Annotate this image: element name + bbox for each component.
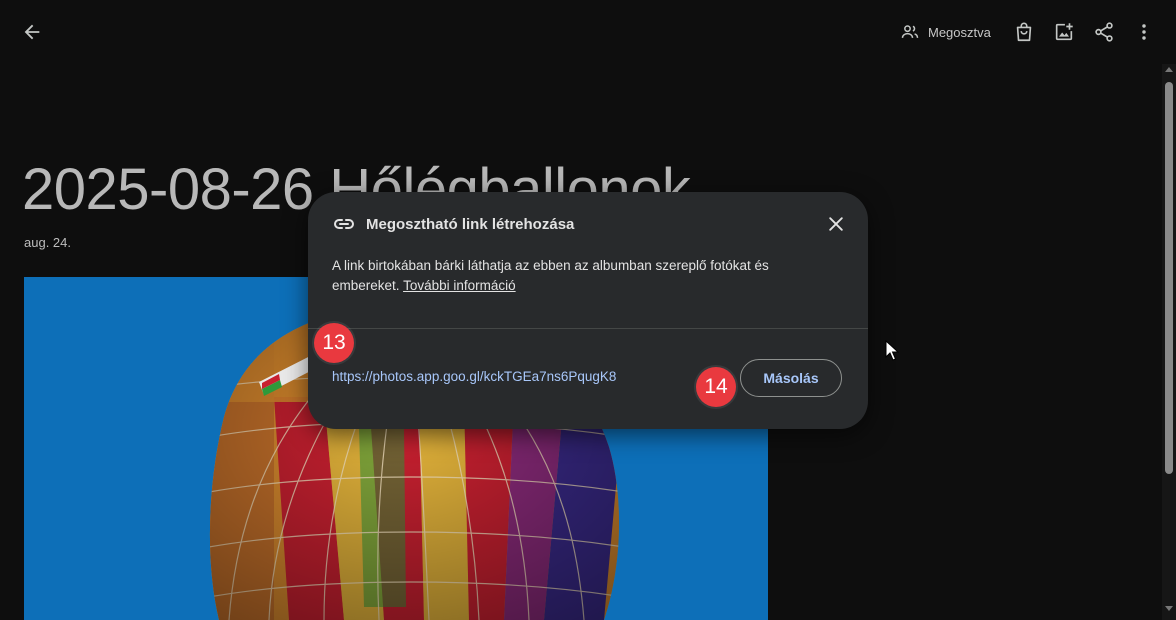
dialog-description: A link birtokában bárki láthatja az ebbe… xyxy=(332,256,822,296)
scroll-down-arrow-icon[interactable] xyxy=(1165,606,1173,611)
dialog-header: Megosztható link létrehozása xyxy=(332,212,574,236)
people-icon xyxy=(901,25,919,38)
shopping-bag-icon xyxy=(1016,22,1032,42)
top-app-bar: Megosztva xyxy=(0,0,1176,64)
scroll-up-arrow-icon[interactable] xyxy=(1165,67,1173,72)
scrollbar-thumb[interactable] xyxy=(1165,82,1173,474)
share-icon xyxy=(1095,22,1113,42)
more-vert-icon xyxy=(1142,24,1146,40)
dialog-divider xyxy=(308,328,868,329)
close-icon xyxy=(829,217,843,231)
add-photo-icon xyxy=(1055,23,1073,41)
mouse-cursor-icon xyxy=(885,340,899,361)
copy-button[interactable]: Másolás xyxy=(740,359,842,397)
more-options-button[interactable] xyxy=(1128,16,1160,48)
album-date: aug. 24. xyxy=(24,235,71,250)
more-info-link[interactable]: További információ xyxy=(403,278,516,293)
shared-status-button[interactable]: Megosztva xyxy=(896,18,995,46)
annotation-badge: 14 xyxy=(696,367,736,407)
share-link-dialog: Megosztható link létrehozása A link birt… xyxy=(308,192,868,429)
arrow-back-icon xyxy=(24,24,40,40)
back-button[interactable] xyxy=(14,14,50,50)
annotation-badge: 13 xyxy=(314,323,354,363)
order-photos-button[interactable] xyxy=(1008,16,1040,48)
share-button[interactable] xyxy=(1088,16,1120,48)
shared-label: Megosztva xyxy=(928,24,991,40)
dialog-title: Megosztható link létrehozása xyxy=(366,215,575,233)
description-text: A link birtokában bárki láthatja az ebbe… xyxy=(332,258,769,293)
dialog-close-button[interactable] xyxy=(820,210,852,238)
link-icon xyxy=(334,219,354,229)
add-photos-button[interactable] xyxy=(1048,16,1080,48)
share-url[interactable]: https://photos.app.goo.gl/kckTGEa7ns6Pqu… xyxy=(332,369,616,384)
